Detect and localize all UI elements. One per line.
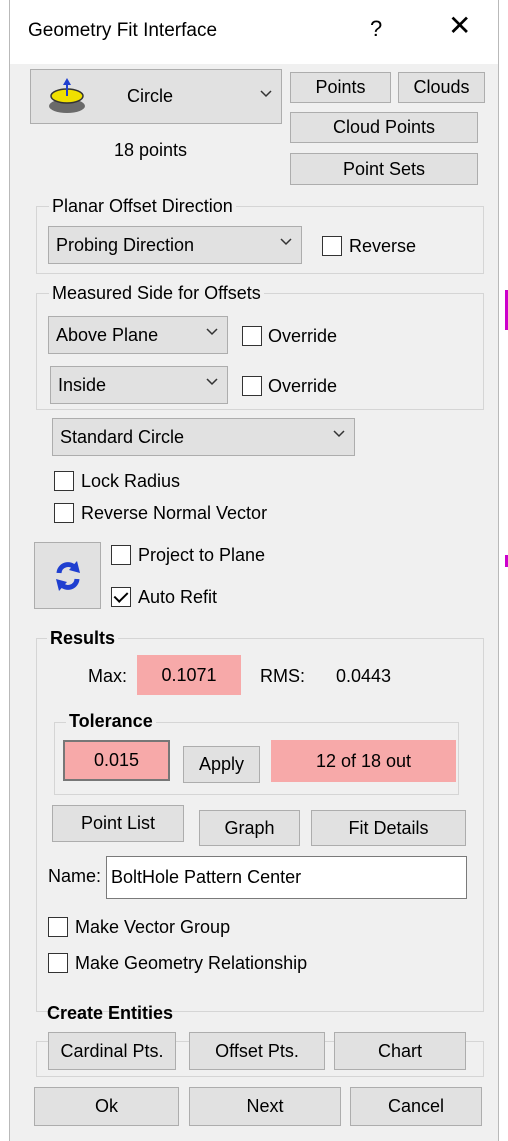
shape-select[interactable]: Circle xyxy=(30,69,282,124)
make-vector-group-label: Make Vector Group xyxy=(75,917,231,937)
make-vector-group-checkbox[interactable] xyxy=(48,917,68,937)
project-to-plane-label: Project to Plane xyxy=(138,545,266,565)
circle-shape-icon xyxy=(49,78,85,113)
chevron-down-icon xyxy=(333,430,345,438)
project-to-plane-checkbox[interactable] xyxy=(111,545,131,565)
create-entities-label: Create Entities xyxy=(47,1003,174,1023)
name-field[interactable]: BoltHole Pattern Center xyxy=(106,856,467,899)
lock-radius-label: Lock Radius xyxy=(81,471,181,491)
graph-button[interactable]: Graph xyxy=(199,810,300,846)
tolerance-input[interactable]: 0.015 xyxy=(63,740,170,781)
planar-offset-select[interactable]: Probing Direction xyxy=(48,226,302,264)
side-override-checkbox[interactable] xyxy=(242,326,262,346)
refresh-icon xyxy=(55,560,80,591)
apply-button[interactable]: Apply xyxy=(183,746,260,783)
close-button[interactable]: ✕ xyxy=(448,12,471,40)
rms-label: RMS: xyxy=(260,666,305,686)
planar-offset-value: Probing Direction xyxy=(56,234,195,255)
chevron-down-icon xyxy=(206,328,218,336)
inside-select[interactable]: Inside xyxy=(50,366,228,404)
fit-type-value: Standard Circle xyxy=(60,426,185,447)
side-select-value: Above Plane xyxy=(56,324,159,345)
reverse-normal-checkbox[interactable] xyxy=(54,503,74,523)
fit-type-select[interactable]: Standard Circle xyxy=(52,418,355,456)
max-value: 0.1071 xyxy=(137,655,241,695)
shape-select-value: Circle xyxy=(127,86,174,106)
clouds-button[interactable]: Clouds xyxy=(398,72,485,103)
next-button[interactable]: Next xyxy=(189,1087,341,1126)
reverse-label: Reverse xyxy=(349,236,417,256)
side-select[interactable]: Above Plane xyxy=(48,316,228,354)
window-title: Geometry Fit Interface xyxy=(28,20,218,41)
points-button[interactable]: Points xyxy=(290,72,391,103)
help-button[interactable]: ? xyxy=(370,16,382,42)
lock-radius-checkbox[interactable] xyxy=(54,471,74,491)
side-override-label: Override xyxy=(268,326,338,346)
point-sets-button[interactable]: Point Sets xyxy=(290,153,478,185)
results-label: Results xyxy=(47,628,119,649)
auto-refit-label: Auto Refit xyxy=(138,587,218,607)
auto-refit-checkbox[interactable] xyxy=(111,587,131,607)
ok-button[interactable]: Ok xyxy=(34,1087,179,1126)
max-label: Max: xyxy=(88,666,128,686)
make-geometry-relationship-checkbox[interactable] xyxy=(48,953,68,973)
tolerance-label: Tolerance xyxy=(66,711,156,732)
cardinal-pts-button[interactable]: Cardinal Pts. xyxy=(48,1032,176,1070)
reverse-checkbox[interactable] xyxy=(322,236,342,256)
cloud-points-button[interactable]: Cloud Points xyxy=(290,112,478,143)
inside-override-checkbox[interactable] xyxy=(242,376,262,396)
chevron-down-icon xyxy=(260,89,272,97)
name-label: Name: xyxy=(48,866,102,886)
reverse-normal-label: Reverse Normal Vector xyxy=(81,503,268,523)
offset-pts-button[interactable]: Offset Pts. xyxy=(189,1032,325,1070)
chart-button[interactable]: Chart xyxy=(334,1032,466,1070)
inside-override-label: Override xyxy=(268,376,338,396)
planar-offset-label: Planar Offset Direction xyxy=(49,196,236,217)
point-count: 18 points xyxy=(114,140,188,160)
refit-button[interactable] xyxy=(34,542,101,609)
chevron-down-icon xyxy=(280,238,292,246)
measured-side-label: Measured Side for Offsets xyxy=(49,283,264,304)
geometry-fit-dialog: Geometry Fit Interface ? ✕ Circle 18 poi… xyxy=(9,0,499,1141)
fit-details-button[interactable]: Fit Details xyxy=(311,810,466,846)
cancel-button[interactable]: Cancel xyxy=(350,1087,482,1126)
rms-value: 0.0443 xyxy=(336,666,392,686)
title-bar: Geometry Fit Interface ? ✕ xyxy=(10,0,498,64)
make-geometry-relationship-label: Make Geometry Relationship xyxy=(75,953,308,973)
inside-select-value: Inside xyxy=(58,374,107,395)
out-of-tolerance-status: 12 of 18 out xyxy=(271,740,456,782)
point-list-button[interactable]: Point List xyxy=(52,805,184,842)
chevron-down-icon xyxy=(206,378,218,386)
